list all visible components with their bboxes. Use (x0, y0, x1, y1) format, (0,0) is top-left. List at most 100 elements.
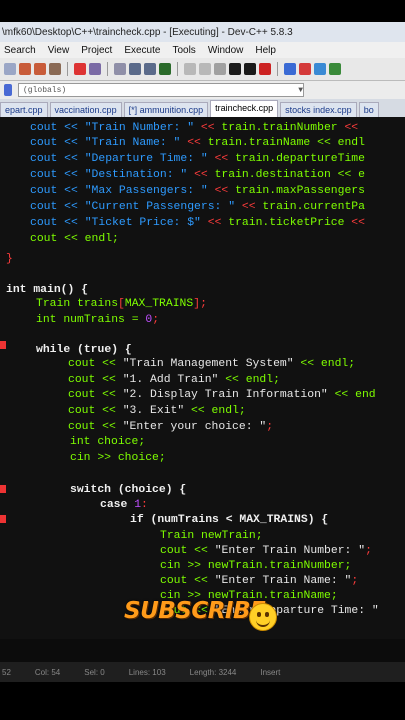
debug-icon[interactable] (244, 63, 256, 75)
status-col: Col: 54 (34, 667, 61, 677)
redo-icon[interactable] (89, 63, 101, 75)
status-mode: Insert (260, 667, 281, 677)
code-line: cout << "3. Exit" << endl; (68, 404, 246, 419)
code-line: cout << "Departure Time: " << train.depa… (30, 152, 365, 167)
code-token: switch (choice) { (70, 484, 187, 496)
menu-project[interactable]: Project (81, 45, 112, 56)
code-line: cout << "2. Display Train Information" <… (68, 388, 376, 403)
fold-marker[interactable] (0, 515, 6, 523)
code-line: cout << "Train Name: " << train.trainNam… (30, 136, 365, 151)
tab-ammunition[interactable]: [*] ammunition.cpp (123, 102, 209, 117)
title-bar: \mfk60\Desktop\C++\traincheck.cpp - [Exe… (0, 22, 405, 42)
code-line: int main() { (6, 283, 88, 298)
code-line: switch (choice) { (70, 483, 186, 498)
menu-bar: Search View Project Execute Tools Window… (0, 42, 405, 58)
code-line: cout << "Train Number: " << train.trainN… (30, 121, 365, 136)
code-line: while (true) { (36, 343, 132, 358)
code-token: cout << (30, 169, 85, 181)
code-token: ; (351, 575, 359, 587)
menu-tools[interactable]: Tools (172, 45, 195, 56)
code-token: "Train Management System" (122, 358, 294, 370)
code-token: "Train Name: " (84, 137, 181, 149)
save-icon[interactable] (19, 63, 31, 75)
tab-stocks-index[interactable]: stocks index.cpp (280, 102, 357, 117)
code-token: train.ticketPrice (228, 217, 345, 229)
code-token: << endl; (184, 405, 246, 417)
toolbar-divider (107, 62, 108, 76)
class-icon[interactable] (299, 63, 311, 75)
toolbar-divider (177, 62, 178, 76)
code-token: if (numTrains < MAX_TRAINS) { (130, 514, 329, 526)
new-file-icon[interactable] (4, 63, 16, 75)
tab-bo[interactable]: bo (358, 102, 379, 117)
code-token: "Enter Train Number: " (214, 545, 366, 557)
code-token: cout << (160, 575, 215, 587)
code-token: ; (266, 421, 274, 433)
tab-traincheck[interactable]: traincheck.cpp (210, 100, 279, 117)
code-token: << (207, 153, 236, 165)
code-token: "Enter Train Name: " (214, 575, 352, 587)
tab-epart[interactable]: epart.cpp (0, 102, 48, 117)
status-sel: Sel: 0 (84, 667, 105, 677)
fold-marker[interactable] (0, 341, 6, 349)
code-line: cout << "Max Passengers: " << train.maxP… (30, 184, 365, 199)
scope-icon (4, 84, 12, 96)
code-token: int main() { (6, 284, 89, 296)
code-token: MAX_TRAINS (124, 298, 194, 310)
code-editor[interactable]: cout << "Train Number: " << train.trainN… (0, 117, 405, 639)
menu-search[interactable]: Search (4, 45, 36, 56)
code-token: << endl; (293, 358, 356, 370)
toggle-comment-icon[interactable] (214, 63, 226, 75)
chart-icon[interactable] (314, 63, 326, 75)
code-token: ]; (193, 298, 207, 310)
code-token: "Departure Time: " (84, 153, 208, 165)
status-length: Length: 3244 (189, 667, 237, 677)
goto-icon[interactable] (144, 63, 156, 75)
code-token: "Enter your choice: " (122, 421, 267, 433)
menu-help[interactable]: Help (255, 45, 276, 56)
code-token: << (207, 185, 236, 197)
code-line: if (numTrains < MAX_TRAINS) { (130, 513, 328, 528)
code-token: 1 (134, 499, 142, 511)
stop-icon[interactable] (259, 63, 271, 75)
indent-icon[interactable] (184, 63, 196, 75)
unindent-icon[interactable] (199, 63, 211, 75)
code-line: cin >> newTrain.trainNumber; (160, 559, 351, 574)
menu-view[interactable]: View (48, 45, 70, 56)
window-title: \mfk60\Desktop\C++\traincheck.cpp - [Exe… (2, 26, 293, 38)
code-token: int numTrains = (36, 314, 146, 326)
menu-execute[interactable]: Execute (124, 45, 160, 56)
status-lines: Lines: 103 (128, 667, 166, 677)
replace-icon[interactable] (129, 63, 141, 75)
code-token: "Destination: " (84, 169, 188, 181)
scope-dropdown[interactable]: (globals) ▼ (18, 83, 304, 97)
status-bar: 52 Col: 54 Sel: 0 Lines: 103 Length: 324… (0, 662, 405, 682)
code-token: while (true) { (36, 344, 132, 356)
code-token: cout << endl; (30, 233, 119, 245)
undo-icon[interactable] (74, 63, 86, 75)
close-icon[interactable] (49, 63, 61, 75)
save-all-icon[interactable] (34, 63, 46, 75)
code-token: << endl (310, 137, 365, 149)
find-icon[interactable] (114, 63, 126, 75)
code-token: << e (330, 169, 365, 181)
code-line: } (6, 252, 13, 267)
check-icon[interactable] (329, 63, 341, 75)
grid-icon[interactable] (284, 63, 296, 75)
subscribe-overlay: SUBSCRIBE (124, 598, 266, 624)
tab-vaccination[interactable]: vaccination.cpp (49, 102, 122, 117)
fold-marker[interactable] (0, 485, 6, 493)
run-icon[interactable] (229, 63, 241, 75)
code-line: case 1: (100, 498, 148, 513)
code-token: "Train Number: " (84, 122, 195, 134)
menu-window[interactable]: Window (208, 45, 244, 56)
code-token: train.destination (214, 169, 331, 181)
toolbar (0, 58, 405, 81)
code-line: cout << "Enter your choice: "; (68, 420, 273, 435)
code-token: << (194, 122, 222, 134)
code-token: "Ticket Price: $" (84, 217, 201, 229)
compile-icon[interactable] (159, 63, 171, 75)
code-token: "3. Exit" (122, 405, 185, 417)
code-token: "Max Passengers: " (84, 185, 208, 197)
code-token: } (6, 253, 13, 265)
